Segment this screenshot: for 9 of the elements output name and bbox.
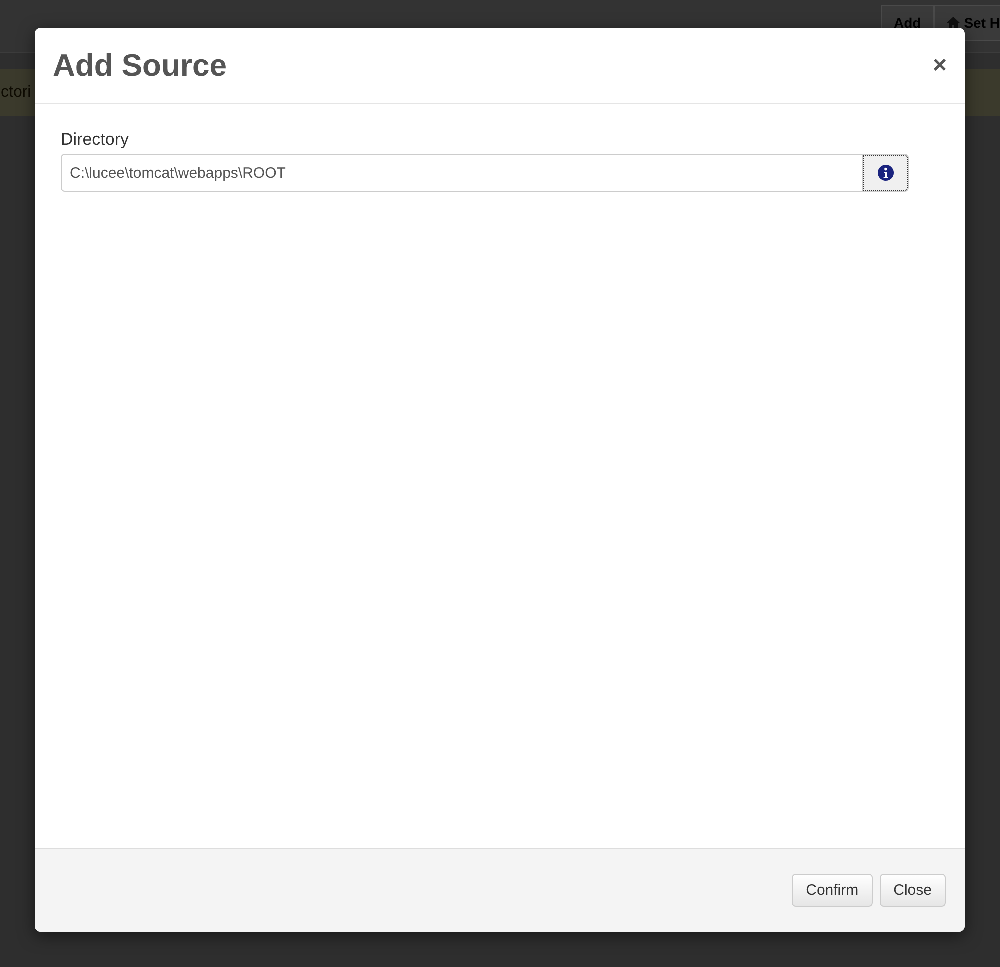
close-dialog-button[interactable]: Close — [880, 874, 946, 907]
home-icon — [947, 17, 960, 29]
dialog-title: Add Source — [53, 48, 227, 84]
info-icon — [878, 165, 894, 181]
directory-field[interactable]: C:\lucee\tomcat\webapps\ROOT — [61, 154, 862, 192]
info-button[interactable] — [862, 154, 909, 192]
field-label: Directory — [61, 130, 130, 150]
confirm-button[interactable]: Confirm — [792, 874, 873, 907]
close-button[interactable]: × — [932, 54, 947, 78]
